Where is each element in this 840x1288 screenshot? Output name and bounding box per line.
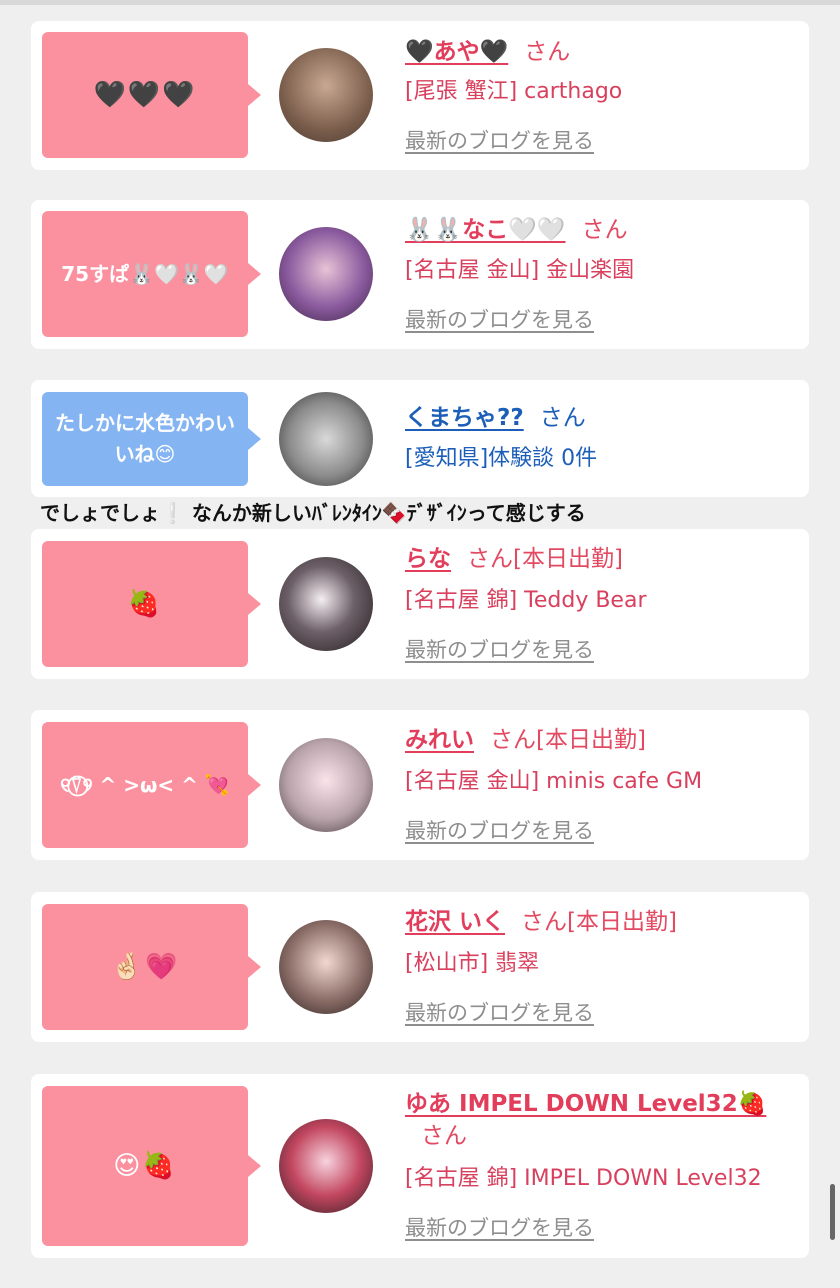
sender-name-link[interactable]: 花沢 いく xyxy=(405,909,505,935)
avatar[interactable] xyxy=(279,227,373,321)
message-bubble: 😍🍓 xyxy=(42,1086,261,1246)
message-card[interactable]: 75すぱ🐰🤍🐰🤍 🐰🐰なこ🤍🤍 さん [名古屋 金山] 金山楽園 最新のブログを見… xyxy=(31,200,809,349)
shop-label: [松山市] 翡翠 xyxy=(405,951,540,976)
message-bubble: たしかに水色かわいいね😊 xyxy=(42,392,261,486)
sender-name-row: 🐰🐰なこ🤍🤍 さん xyxy=(405,214,628,246)
shop-label: [名古屋 錦] Teddy Bear xyxy=(405,588,647,613)
avatar[interactable] xyxy=(279,392,373,486)
sender-name-row: 🖤あや🖤 さん xyxy=(405,36,570,68)
top-divider xyxy=(0,0,840,5)
blog-link[interactable]: 最新のブログを見る xyxy=(405,305,594,335)
blog-link[interactable]: 最新のブログを見る xyxy=(405,1213,594,1243)
message-bubble: ୧⍢⃝୨ ^ >ω< ^ 💘 xyxy=(42,722,261,848)
sender-name-row: 花沢 いく さん[本日出勤] xyxy=(405,906,677,938)
honorific: さん[本日出勤] xyxy=(490,727,646,753)
message-card[interactable]: 😍🍓 ゆあ IMPEL DOWN Level32🍓 さん [名古屋 錦] IMPE… xyxy=(31,1074,809,1258)
sender-name-link[interactable]: みれい xyxy=(405,727,474,753)
sender-name-link[interactable]: 🐰🐰なこ🤍🤍 xyxy=(405,217,566,243)
blog-link[interactable]: 最新のブログを見る xyxy=(405,816,594,846)
message-card[interactable]: 🖤🖤🖤 🖤あや🖤 さん [尾張 蟹江] carthago 最新のブログを見る xyxy=(31,21,809,170)
sender-name-link[interactable]: くまちゃ?? xyxy=(405,405,524,431)
shop-label: [名古屋 金山] 金山楽園 xyxy=(405,258,635,283)
honorific: さん[本日出勤] xyxy=(521,909,677,935)
avatar[interactable] xyxy=(279,557,373,651)
honorific: さん xyxy=(421,1123,467,1149)
honorific: さん xyxy=(524,39,571,65)
message-card[interactable]: 🍓 らな さん[本日出勤] [名古屋 錦] Teddy Bear 最新のブログを見… xyxy=(31,529,809,679)
message-bubble: 🖤🖤🖤 xyxy=(42,32,261,158)
shop-label: [名古屋 錦] IMPEL DOWN Level32 xyxy=(405,1166,762,1191)
sender-name-row: くまちゃ?? さん xyxy=(405,402,586,434)
honorific: さん[本日出勤] xyxy=(467,546,623,572)
message-card[interactable]: 🤞🏻💗 花沢 いく さん[本日出勤] [松山市] 翡翠 最新のブログを見る xyxy=(31,892,809,1042)
shop-label: [名古屋 金山] minis cafe GM xyxy=(405,769,703,794)
honorific: さん xyxy=(581,217,628,243)
comment-text: でしょでしょ❕ なんか新しいﾊﾞﾚﾝﾀｲﾝ🍫ﾃﾞｻﾞｲﾝって感じする xyxy=(40,501,586,525)
sender-name-row: ゆあ IMPEL DOWN Level32🍓 さん xyxy=(405,1088,805,1152)
sender-name-row: みれい さん[本日出勤] xyxy=(405,724,646,756)
message-bubble: 🍓 xyxy=(42,541,261,667)
review-count-label: [愛知県]体験談 0件 xyxy=(405,446,598,471)
message-bubble: 🤞🏻💗 xyxy=(42,904,261,1030)
avatar[interactable] xyxy=(279,48,373,142)
message-bubble: 75すぱ🐰🤍🐰🤍 xyxy=(42,211,261,337)
avatar[interactable] xyxy=(279,920,373,1014)
sender-name-link[interactable]: ゆあ IMPEL DOWN Level32🍓 xyxy=(405,1091,766,1117)
sender-name-link[interactable]: 🖤あや🖤 xyxy=(405,39,508,65)
sender-name-row: らな さん[本日出勤] xyxy=(405,543,623,575)
blog-link[interactable]: 最新のブログを見る xyxy=(405,635,594,665)
avatar[interactable] xyxy=(279,1119,373,1213)
scrollbar[interactable] xyxy=(830,1184,835,1240)
blog-link[interactable]: 最新のブログを見る xyxy=(405,126,594,156)
shop-label: [尾張 蟹江] carthago xyxy=(405,79,623,104)
blog-link[interactable]: 最新のブログを見る xyxy=(405,998,594,1028)
message-card[interactable]: ୧⍢⃝୨ ^ >ω< ^ 💘 みれい さん[本日出勤] [名古屋 金山] mini… xyxy=(31,710,809,860)
sender-name-link[interactable]: らな xyxy=(405,546,451,572)
message-card[interactable]: たしかに水色かわいいね😊 くまちゃ?? さん [愛知県]体験談 0件 xyxy=(31,380,809,497)
honorific: さん xyxy=(539,405,586,431)
avatar[interactable] xyxy=(279,738,373,832)
